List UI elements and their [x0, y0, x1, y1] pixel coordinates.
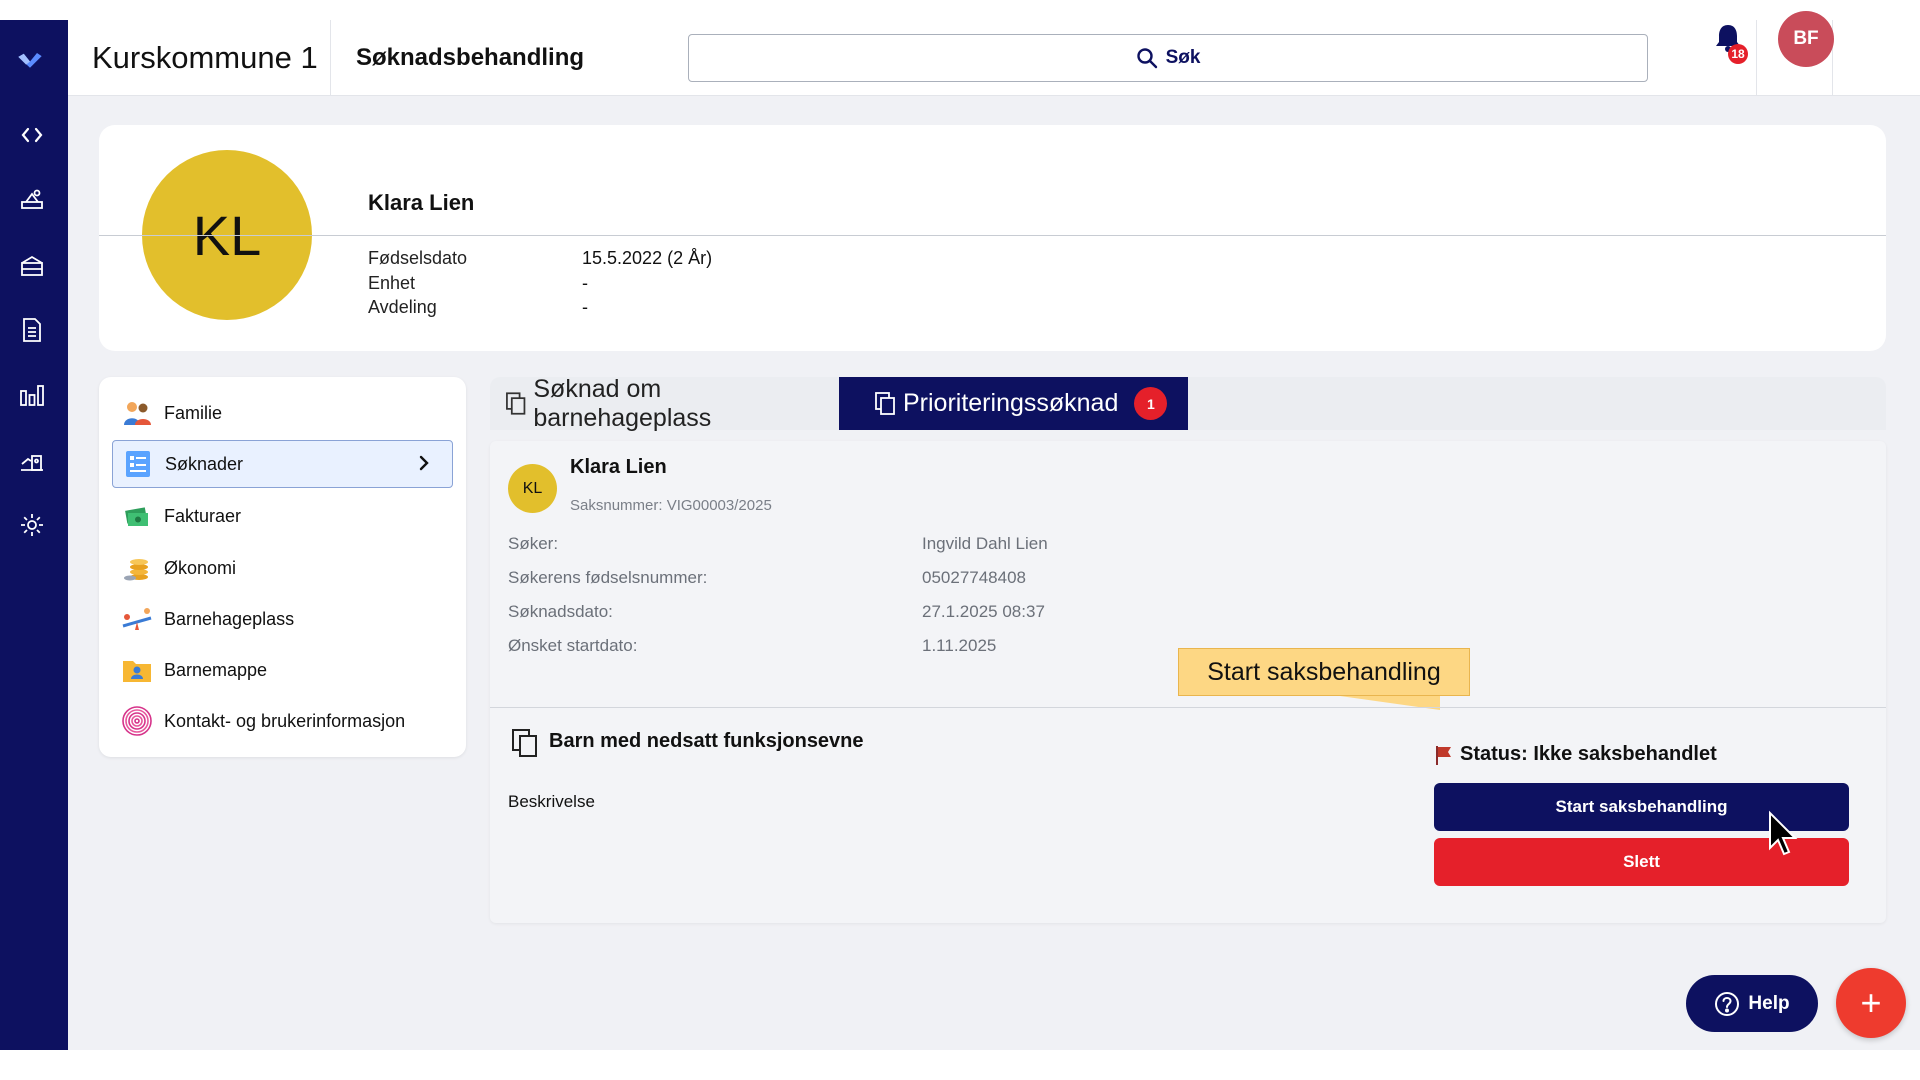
school-icon[interactable]: [16, 249, 48, 281]
menu-item-familie[interactable]: Familie: [112, 389, 453, 437]
app-logo-icon[interactable]: [16, 46, 52, 82]
notification-badge: 18: [1728, 44, 1748, 64]
family-icon: [120, 396, 154, 430]
search-input[interactable]: Søk: [688, 34, 1648, 82]
application-date-label: Søknadsdato:: [508, 602, 613, 621]
top-strip: [0, 0, 1920, 20]
bar-chart-icon[interactable]: [16, 379, 48, 411]
menu-item-label: Kontakt- og brukerinformasjon: [164, 710, 406, 731]
app-title: Kurskommune 1: [92, 40, 318, 75]
teaching-icon[interactable]: [16, 184, 48, 216]
search-label: Søk: [1165, 47, 1201, 68]
tab-label: Prioriteringssøknad: [903, 389, 1119, 417]
applications-icon: [121, 447, 155, 481]
page-title: Søknadsbehandling: [356, 44, 585, 71]
help-button[interactable]: Help: [1686, 975, 1818, 1032]
birthdate-value: 15.5.2022 (2 År): [582, 248, 713, 268]
document-icon[interactable]: [16, 314, 48, 346]
menu-item-label: Økonomi: [164, 557, 237, 578]
menu-item-label: Familie: [164, 402, 223, 423]
applicant-child-avatar: KL: [508, 464, 557, 513]
settings-icon[interactable]: [16, 509, 48, 541]
menu-item-soknader[interactable]: Søknader: [112, 440, 453, 488]
menu-item-label: Barnehageplass: [164, 608, 295, 629]
seesaw-icon: [120, 602, 154, 636]
add-button[interactable]: +: [1836, 968, 1906, 1038]
divider: [330, 20, 331, 96]
invoice-icon: [120, 499, 154, 533]
unit-label: Enhet: [368, 272, 416, 293]
building-growth-icon[interactable]: [16, 444, 48, 476]
help-label: Help: [1748, 992, 1790, 1014]
chevron-right-icon: [419, 455, 429, 471]
section-title: Barn med nedsatt funksjonsevne: [549, 730, 864, 752]
applicant-ssn-label: Søkerens fødselsnummer:: [508, 568, 708, 587]
start-date-label: Ønsket startdato:: [508, 636, 638, 655]
menu-item-label: Søknader: [165, 453, 244, 474]
applicant-value: Ingvild Dahl Lien: [922, 534, 1048, 553]
department-value: -: [582, 297, 588, 317]
menu-item-kontakt[interactable]: Kontakt- og brukerinformasjon: [112, 697, 453, 745]
mouse-cursor-icon: [1769, 810, 1798, 856]
profile-divider: [99, 235, 1886, 236]
profile-details: Fødselsdato 15.5.2022 (2 År) Enhet - Avdel…: [368, 246, 712, 320]
left-rail: [0, 20, 68, 1050]
unit-value: -: [582, 272, 588, 293]
search-icon: [1136, 48, 1157, 69]
tooltip: Start saksbehandling: [1178, 648, 1470, 696]
copy-icon: [512, 729, 537, 757]
applicant-label: Søker:: [508, 534, 559, 553]
folder-child-icon: [120, 653, 154, 687]
menu-item-fakturaer[interactable]: Fakturaer: [112, 492, 453, 540]
copy-icon: [506, 391, 526, 415]
status-text: Status: Ikke saksbehandlet: [1460, 743, 1717, 765]
tab-label: Søknad om barnehageplass: [533, 374, 712, 432]
department-label: Avdeling: [368, 297, 437, 317]
case-number: Saksnummer: VIG00003/2025: [570, 497, 772, 514]
menu-item-okonomi[interactable]: Økonomi: [112, 544, 453, 592]
top-bar: Kurskommune 1 Søknadsbehandling Søk: [68, 20, 1920, 96]
help-icon: [1715, 991, 1740, 1016]
start-date-value: 1.11.2025: [922, 636, 997, 655]
application-child-name: Klara Lien: [570, 456, 667, 478]
card-divider: [490, 707, 1886, 708]
section-description: Beskrivelse: [508, 792, 595, 811]
child-name: Klara Lien: [368, 190, 475, 215]
coins-icon: [120, 551, 154, 585]
bottom-strip: [0, 1050, 1920, 1080]
copy-icon: [875, 391, 895, 415]
divider: [1756, 20, 1757, 96]
menu-item-label: Fakturaer: [164, 505, 242, 526]
code-icon[interactable]: [16, 119, 48, 151]
fingerprint-icon: [120, 704, 154, 738]
flag-icon: [1436, 745, 1451, 765]
tab-count-badge: 1: [1134, 387, 1168, 420]
birthdate-label: Fødselsdato: [368, 248, 468, 268]
user-avatar[interactable]: BF: [1778, 11, 1834, 67]
application-date-value: 27.1.2025 08:37: [922, 602, 1045, 621]
tab-prioriteringssoknad[interactable]: Prioriteringssøknad 1: [839, 377, 1188, 430]
menu-item-barnemappe[interactable]: Barnemappe: [112, 646, 453, 694]
status-label: Status: Ikke saksbehandlet: [1434, 743, 1717, 766]
menu-item-barnehageplass[interactable]: Barnehageplass: [112, 595, 453, 643]
tab-soknad-barnehageplass[interactable]: Søknad om barnehageplass: [490, 374, 838, 432]
menu-item-label: Barnemappe: [164, 659, 268, 680]
applicant-ssn-value: 05027748408: [922, 568, 1027, 587]
